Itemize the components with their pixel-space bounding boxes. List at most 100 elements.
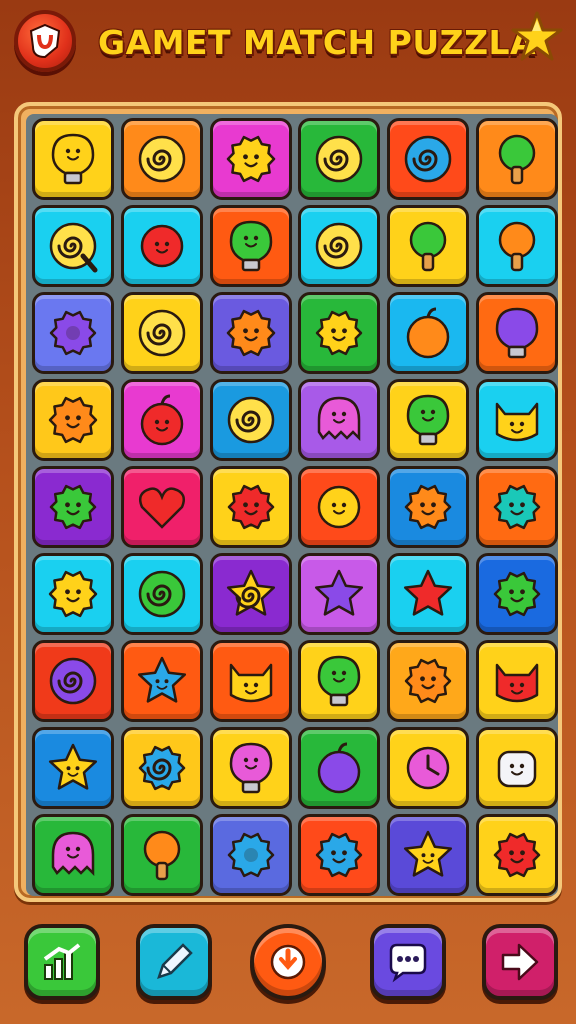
teal-gear-face-icon — [493, 484, 541, 530]
chat-bubble-icon — [389, 943, 427, 983]
tile-r7-c1[interactable] — [32, 640, 114, 722]
tile-r4-c1[interactable] — [32, 379, 114, 461]
tile-r6-c6[interactable] — [475, 553, 558, 635]
bottom-toolbar — [0, 912, 576, 1024]
purple-balloon-icon — [495, 307, 539, 359]
tile-r8-c3[interactable] — [209, 727, 292, 809]
tile-r8-c2[interactable] — [120, 727, 203, 809]
red-lollipop-icon — [140, 224, 184, 268]
tile-r4-c5[interactable] — [387, 379, 470, 461]
purple-spiral-icon — [49, 657, 97, 705]
tile-r3-c4[interactable] — [298, 292, 381, 374]
tile-r5-c5[interactable] — [387, 466, 470, 548]
tile-r4-c4[interactable] — [298, 379, 381, 461]
tile-r3-c5[interactable] — [387, 292, 470, 374]
tile-r6-c2[interactable] — [120, 553, 203, 635]
tile-r3-c1[interactable] — [32, 292, 114, 374]
tile-r7-c5[interactable] — [387, 640, 470, 722]
tile-r1-c5[interactable] — [387, 118, 470, 200]
tile-r1-c4[interactable] — [298, 118, 381, 200]
tile-r4-c2[interactable] — [120, 379, 203, 461]
page-title: GAMET MATCH PUZZLA — [98, 23, 537, 62]
tile-r9-c5[interactable] — [387, 814, 470, 896]
shield-swirl-icon — [29, 23, 61, 59]
pencil-icon — [157, 943, 193, 979]
tile-r2-c2[interactable] — [120, 205, 203, 287]
tile-r4-c6[interactable] — [475, 379, 558, 461]
green-cactus-icon — [498, 134, 536, 185]
tile-r7-c3[interactable] — [209, 640, 292, 722]
header: GAMET MATCH PUZZLA — [0, 0, 576, 90]
tile-r2-c4[interactable] — [298, 205, 381, 287]
star-button[interactable] — [510, 10, 564, 64]
tile-r5-c2[interactable] — [120, 466, 203, 548]
pink-clock-icon — [406, 746, 450, 790]
white-robot-face-icon — [497, 750, 537, 788]
tile-r5-c3[interactable] — [209, 466, 292, 548]
green-gear-face-icon — [493, 571, 541, 617]
tile-r6-c3[interactable] — [209, 553, 292, 635]
blue-star-face-icon — [137, 656, 186, 703]
tile-r2-c1[interactable] — [32, 205, 114, 287]
green-bulb-face-icon — [318, 655, 361, 707]
lightbulb-icon — [51, 133, 95, 185]
tile-r5-c4[interactable] — [298, 466, 381, 548]
tile-r9-c2[interactable] — [120, 814, 203, 896]
tile-r8-c5[interactable] — [387, 727, 470, 809]
orange-key-icon — [143, 830, 181, 881]
tile-r3-c6[interactable] — [475, 292, 558, 374]
tile-r8-c4[interactable] — [298, 727, 381, 809]
yellow-sun-face-icon — [48, 570, 98, 618]
tile-r3-c2[interactable] — [120, 292, 203, 374]
diamond-swirl-icon — [316, 222, 363, 270]
power-icon — [270, 944, 306, 980]
red-gear-face-icon — [493, 832, 541, 878]
tile-r9-c1[interactable] — [32, 814, 114, 896]
tile-r8-c6[interactable] — [475, 727, 558, 809]
tile-r4-c3[interactable] — [209, 379, 292, 461]
power-button[interactable] — [250, 924, 326, 1000]
tile-r6-c4[interactable] — [298, 553, 381, 635]
bar-chart-icon — [43, 943, 81, 980]
orange-gear-face-icon — [404, 658, 452, 704]
tile-r6-c1[interactable] — [32, 553, 114, 635]
orange-sun-face-icon — [48, 396, 98, 444]
tile-r9-c3[interactable] — [209, 814, 292, 896]
purple-star-icon — [315, 569, 364, 616]
sun-face-icon — [226, 135, 275, 183]
game-board — [14, 102, 562, 902]
red-heart-icon — [138, 487, 185, 529]
stats-button[interactable] — [24, 924, 100, 1000]
tile-r1-c3[interactable] — [209, 118, 292, 200]
tile-r5-c1[interactable] — [32, 466, 114, 548]
edit-button[interactable] — [136, 924, 212, 1000]
yellow-gear-face-icon — [316, 310, 363, 356]
tile-r9-c6[interactable] — [475, 814, 558, 896]
next-button[interactable] — [482, 924, 558, 1000]
tile-grid — [26, 114, 558, 896]
tile-r1-c1[interactable] — [32, 118, 114, 200]
tile-r8-c1[interactable] — [32, 727, 114, 809]
tile-r5-c6[interactable] — [475, 466, 558, 548]
tile-r9-c4[interactable] — [298, 814, 381, 896]
tile-r2-c6[interactable] — [475, 205, 558, 287]
tile-r2-c3[interactable] — [209, 205, 292, 287]
tile-r7-c4[interactable] — [298, 640, 381, 722]
yellow-cat-icon — [495, 402, 539, 442]
blue-gear-icon — [227, 832, 274, 878]
number-nine-icon — [138, 135, 186, 183]
swirl-shield-icon — [316, 135, 363, 183]
chat-button[interactable] — [370, 924, 446, 1000]
tile-r6-c5[interactable] — [387, 553, 470, 635]
star-icon — [511, 11, 563, 61]
yellow-swirl-bubble-icon — [227, 396, 274, 444]
tile-r2-c5[interactable] — [387, 205, 470, 287]
menu-button[interactable] — [14, 10, 76, 72]
magnifier-swirl-icon — [49, 222, 98, 273]
tile-r7-c2[interactable] — [120, 640, 203, 722]
tile-r3-c3[interactable] — [209, 292, 292, 374]
tile-r1-c6[interactable] — [475, 118, 558, 200]
tile-r1-c2[interactable] — [120, 118, 203, 200]
robot-cow-icon — [229, 663, 272, 703]
tile-r7-c6[interactable] — [475, 640, 558, 722]
